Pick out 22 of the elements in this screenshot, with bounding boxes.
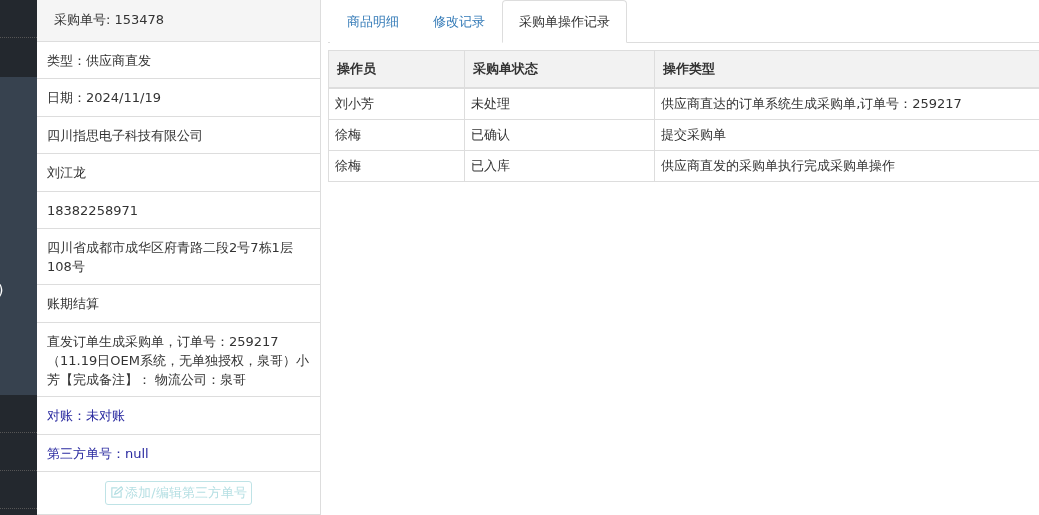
column-header: 操作类型 bbox=[654, 50, 1039, 88]
table-cell: 徐梅 bbox=[328, 119, 465, 151]
info-text: 刘江龙 bbox=[37, 154, 320, 192]
tab[interactable]: 采购单操作记录 bbox=[502, 0, 627, 43]
table-cell: 已确认 bbox=[464, 119, 655, 151]
table-cell: 徐梅 bbox=[328, 150, 465, 182]
info-text: 类型：供应商直发 bbox=[37, 41, 320, 80]
table-cell: 刘小芳 bbox=[328, 88, 465, 120]
order-number-header: 采购单号: 153478 bbox=[37, 0, 320, 42]
info-text: 日期：2024/11/19 bbox=[37, 79, 320, 117]
table-cell: 未处理 bbox=[464, 88, 655, 120]
info-text: 账期结算 bbox=[37, 285, 320, 323]
table-cell: 已入库 bbox=[464, 150, 655, 182]
info-text: 四川指思电子科技有限公司 bbox=[37, 116, 320, 155]
status-text: 第三方单号：null bbox=[37, 434, 320, 472]
info-text: 四川省成都市成华区府青路二段2号7栋1层108号 bbox=[37, 229, 320, 286]
edit-icon bbox=[110, 486, 124, 500]
column-header: 操作员 bbox=[328, 50, 465, 88]
info-text: 直发订单生成采购单，订单号：259217 （11.19日OEM系统，无单独授权，泉哥）小芳【完成备注】： 物流公司：泉哥 bbox=[37, 322, 320, 398]
column-header: 采购单状态 bbox=[464, 50, 655, 88]
status-text: 对账：未对账 bbox=[37, 397, 320, 435]
info-text: 18382258971 bbox=[37, 191, 320, 230]
